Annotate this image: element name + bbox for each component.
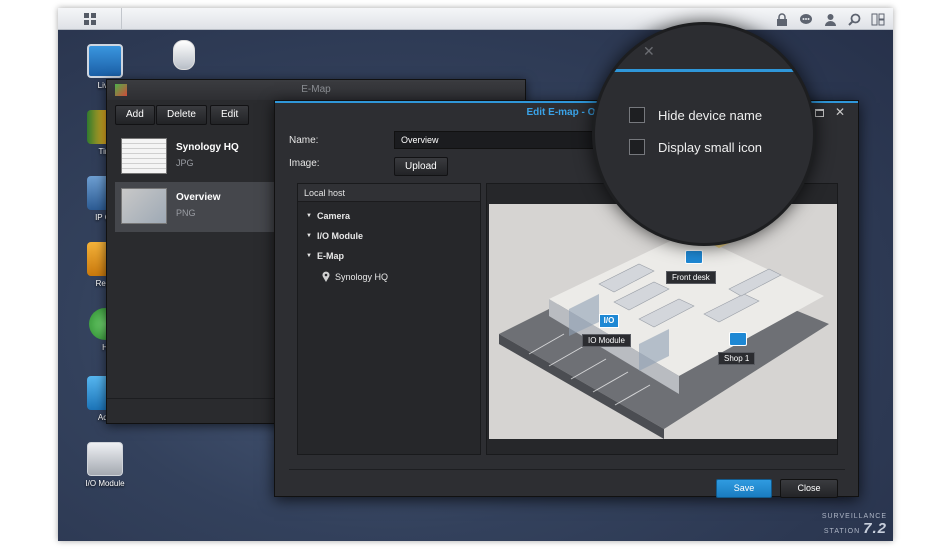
- name-label: Name:: [289, 135, 319, 146]
- display-small-icon-checkbox[interactable]: [629, 139, 645, 155]
- map-canvas[interactable]: Front desk I/O IO Module Shop 1: [489, 204, 837, 439]
- delete-map-button[interactable]: Delete: [156, 105, 207, 125]
- device-tree: Local host ▼ Camera ▼ I/O Module ▼ E-Map…: [297, 183, 481, 455]
- maximize-icon[interactable]: [815, 109, 824, 117]
- triangle-down-icon: ▼: [306, 213, 312, 219]
- main-menu-button[interactable]: [58, 8, 122, 30]
- tree-item-camera[interactable]: ▼ Camera: [306, 211, 350, 221]
- tree-header: Local host: [298, 184, 480, 202]
- hide-device-name-option[interactable]: Hide device name: [629, 107, 762, 123]
- desktop: Live Tim IP Ca Reco H Add I/O Module E-M…: [58, 8, 893, 541]
- front-desk-camera-icon[interactable]: [685, 250, 703, 264]
- close-icon[interactable]: ✕: [643, 43, 655, 60]
- image-label: Image:: [289, 158, 320, 169]
- io-module-map-icon[interactable]: I/O: [599, 314, 619, 328]
- tree-item-synology-hq[interactable]: Synology HQ: [322, 271, 388, 282]
- desktop-icon-io-module[interactable]: I/O Module: [75, 442, 135, 488]
- shop1-label: Shop 1: [718, 352, 756, 365]
- add-map-button[interactable]: Add: [115, 105, 155, 125]
- triangle-down-icon: ▼: [306, 233, 312, 239]
- lock-icon[interactable]: [773, 10, 791, 28]
- io-module-label: IO Module: [582, 334, 631, 347]
- grid-icon: [83, 13, 96, 25]
- hide-device-name-checkbox[interactable]: [629, 107, 645, 123]
- dialog-footer-divider: [289, 469, 845, 470]
- magnifier-accent-bar: [595, 69, 813, 72]
- edit-map-button[interactable]: Edit: [210, 105, 250, 125]
- tree-item-io-module[interactable]: ▼ I/O Module: [306, 231, 363, 241]
- display-small-icon-option[interactable]: Display small icon: [629, 139, 762, 155]
- surveillance-station-logo: SURVEILLANCE STATION 7.2: [821, 513, 887, 537]
- front-desk-label: Front desk: [666, 271, 716, 284]
- overview-thumbnail: [121, 188, 167, 224]
- map-list-item-synology-hq[interactable]: Synology HQ JPG: [115, 132, 275, 182]
- map-list-item-overview[interactable]: Overview PNG: [115, 182, 275, 232]
- close-icon[interactable]: ✕: [835, 105, 845, 119]
- store-floorplan-illustration: [499, 219, 829, 439]
- tree-item-emap[interactable]: ▼ E-Map: [306, 251, 344, 261]
- floorplan-thumbnail: [121, 138, 167, 174]
- search-icon[interactable]: [845, 10, 863, 28]
- widgets-icon[interactable]: [869, 10, 887, 28]
- user-icon[interactable]: [821, 10, 839, 28]
- emap-window-titlebar[interactable]: E-Map: [107, 80, 525, 100]
- chat-icon[interactable]: [797, 10, 815, 28]
- close-button[interactable]: Close: [780, 479, 838, 498]
- shop1-camera-icon[interactable]: [729, 332, 747, 346]
- upload-button[interactable]: Upload: [394, 157, 448, 176]
- location-pin-icon: [322, 271, 330, 282]
- io-module-icon: [87, 442, 123, 476]
- desktop-icon-audio[interactable]: [154, 40, 214, 73]
- emap-window-title: E-Map: [301, 84, 331, 95]
- microphone-icon: [173, 40, 195, 70]
- monitor-icon: [87, 44, 123, 78]
- emap-app-icon: [115, 84, 127, 96]
- magnifier-callout: ✕ Hide device name Display small icon: [592, 22, 816, 246]
- triangle-down-icon: ▼: [306, 253, 312, 259]
- taskbar: [58, 8, 893, 30]
- save-button[interactable]: Save: [716, 479, 772, 498]
